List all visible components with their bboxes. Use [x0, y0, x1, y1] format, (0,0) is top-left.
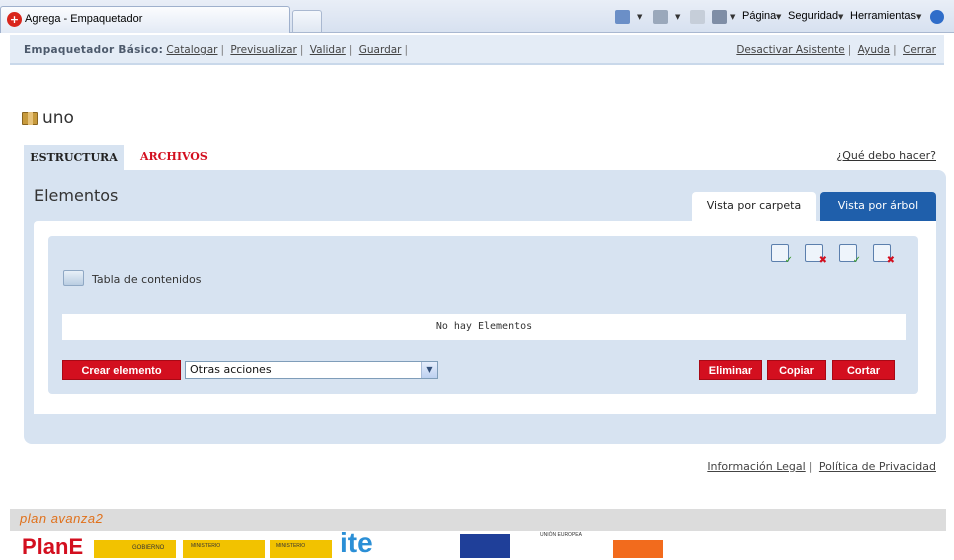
menu-pagina[interactable]: Página — [742, 10, 776, 22]
header-right-links: Desactivar Asistente | Ayuda | Cerrar — [736, 44, 936, 56]
other-actions-value: Otras acciones — [190, 363, 272, 376]
tab-estructura[interactable]: ESTRUCTURA — [24, 145, 124, 171]
site-icon: + — [7, 12, 22, 27]
home-icon[interactable] — [615, 10, 630, 24]
ministerio-industria-logo: MINISTERIO — [183, 540, 265, 558]
menu-seguridad[interactable]: Seguridad — [788, 10, 838, 22]
herramientas-dropdown-icon: ▼ — [916, 13, 922, 21]
other-actions-select[interactable]: Otras acciones ▼ — [185, 361, 438, 379]
footer-links: Información Legal | Política de Privacida… — [707, 460, 936, 473]
ite-logo: ite — [340, 527, 373, 558]
page-title: uno — [42, 108, 74, 128]
browser-tab[interactable]: + Agrega - Empaquetador — [0, 6, 290, 33]
menu-herramientas[interactable]: Herramientas — [850, 10, 916, 22]
copy-button[interactable]: Copiar — [767, 360, 826, 380]
legal-link[interactable]: Información Legal — [707, 460, 805, 473]
accept-move-icon[interactable]: ✓ — [839, 244, 861, 266]
plan-avanza-logo: plan avanza2 — [20, 511, 104, 526]
delete-button[interactable]: Eliminar — [699, 360, 762, 380]
orange-logo — [613, 540, 663, 558]
toc-label[interactable]: Tabla de contenidos — [92, 273, 201, 286]
feeds-icon[interactable] — [653, 10, 668, 24]
editor-menu: Empaquetador Básico: Catalogar | Previsua… — [24, 44, 409, 56]
editor-label: Empaquetador Básico: — [24, 44, 164, 56]
seguridad-dropdown-icon: ▼ — [838, 13, 844, 21]
remove-move-icon[interactable]: ✖ — [873, 244, 895, 266]
empty-elements-row: No hay Elementos — [62, 314, 906, 340]
pagina-dropdown-icon: ▼ — [776, 13, 782, 21]
link-validar[interactable]: Validar — [310, 44, 346, 56]
print-dropdown-icon[interactable]: ▼ — [730, 13, 735, 21]
link-desactivar-asistente[interactable]: Desactivar Asistente — [736, 44, 844, 56]
print-icon[interactable] — [712, 10, 727, 24]
privacy-link[interactable]: Política de Privacidad — [819, 460, 936, 473]
mail-icon[interactable] — [690, 10, 705, 24]
home-dropdown-icon[interactable]: ▼ — [637, 13, 642, 21]
panel-title: Elementos — [34, 186, 119, 205]
create-element-button[interactable]: Crear elemento — [62, 360, 181, 380]
chevron-down-icon[interactable]: ▼ — [421, 362, 437, 378]
link-previsualizar[interactable]: Previsualizar — [230, 44, 296, 56]
footer-band — [10, 509, 946, 531]
link-guardar[interactable]: Guardar — [359, 44, 402, 56]
tab-vista-carpeta[interactable]: Vista por carpeta — [692, 192, 816, 222]
tab-vista-arbol[interactable]: Vista por árbol — [820, 192, 936, 222]
cut-button[interactable]: Cortar — [832, 360, 895, 380]
remove-resource-icon[interactable]: ✖ — [805, 244, 827, 266]
link-cerrar[interactable]: Cerrar — [903, 44, 936, 56]
folder-icon — [63, 270, 84, 286]
plan-e-logo: PlanE — [22, 534, 84, 559]
new-tab-button[interactable] — [292, 10, 322, 32]
help-link[interactable]: ¿Qué debo hacer? — [836, 149, 936, 162]
eu-text: UNIÓN EUROPEA — [540, 532, 582, 538]
tab-archivos[interactable]: ARCHIVOS — [140, 150, 208, 163]
accept-resource-icon[interactable]: ✓ — [771, 244, 793, 266]
browser-tab-title: Agrega - Empaquetador — [25, 13, 143, 25]
help-icon[interactable] — [930, 10, 944, 24]
feeds-dropdown-icon[interactable]: ▼ — [675, 13, 680, 21]
eu-flag-logo — [460, 534, 510, 558]
link-ayuda[interactable]: Ayuda — [858, 44, 890, 56]
ministerio-educacion-logo: MINISTERIO — [270, 540, 332, 558]
link-catalogar[interactable]: Catalogar — [166, 44, 217, 56]
package-icon — [22, 112, 38, 125]
gobierno-logo: GOBIERNO — [94, 540, 176, 558]
